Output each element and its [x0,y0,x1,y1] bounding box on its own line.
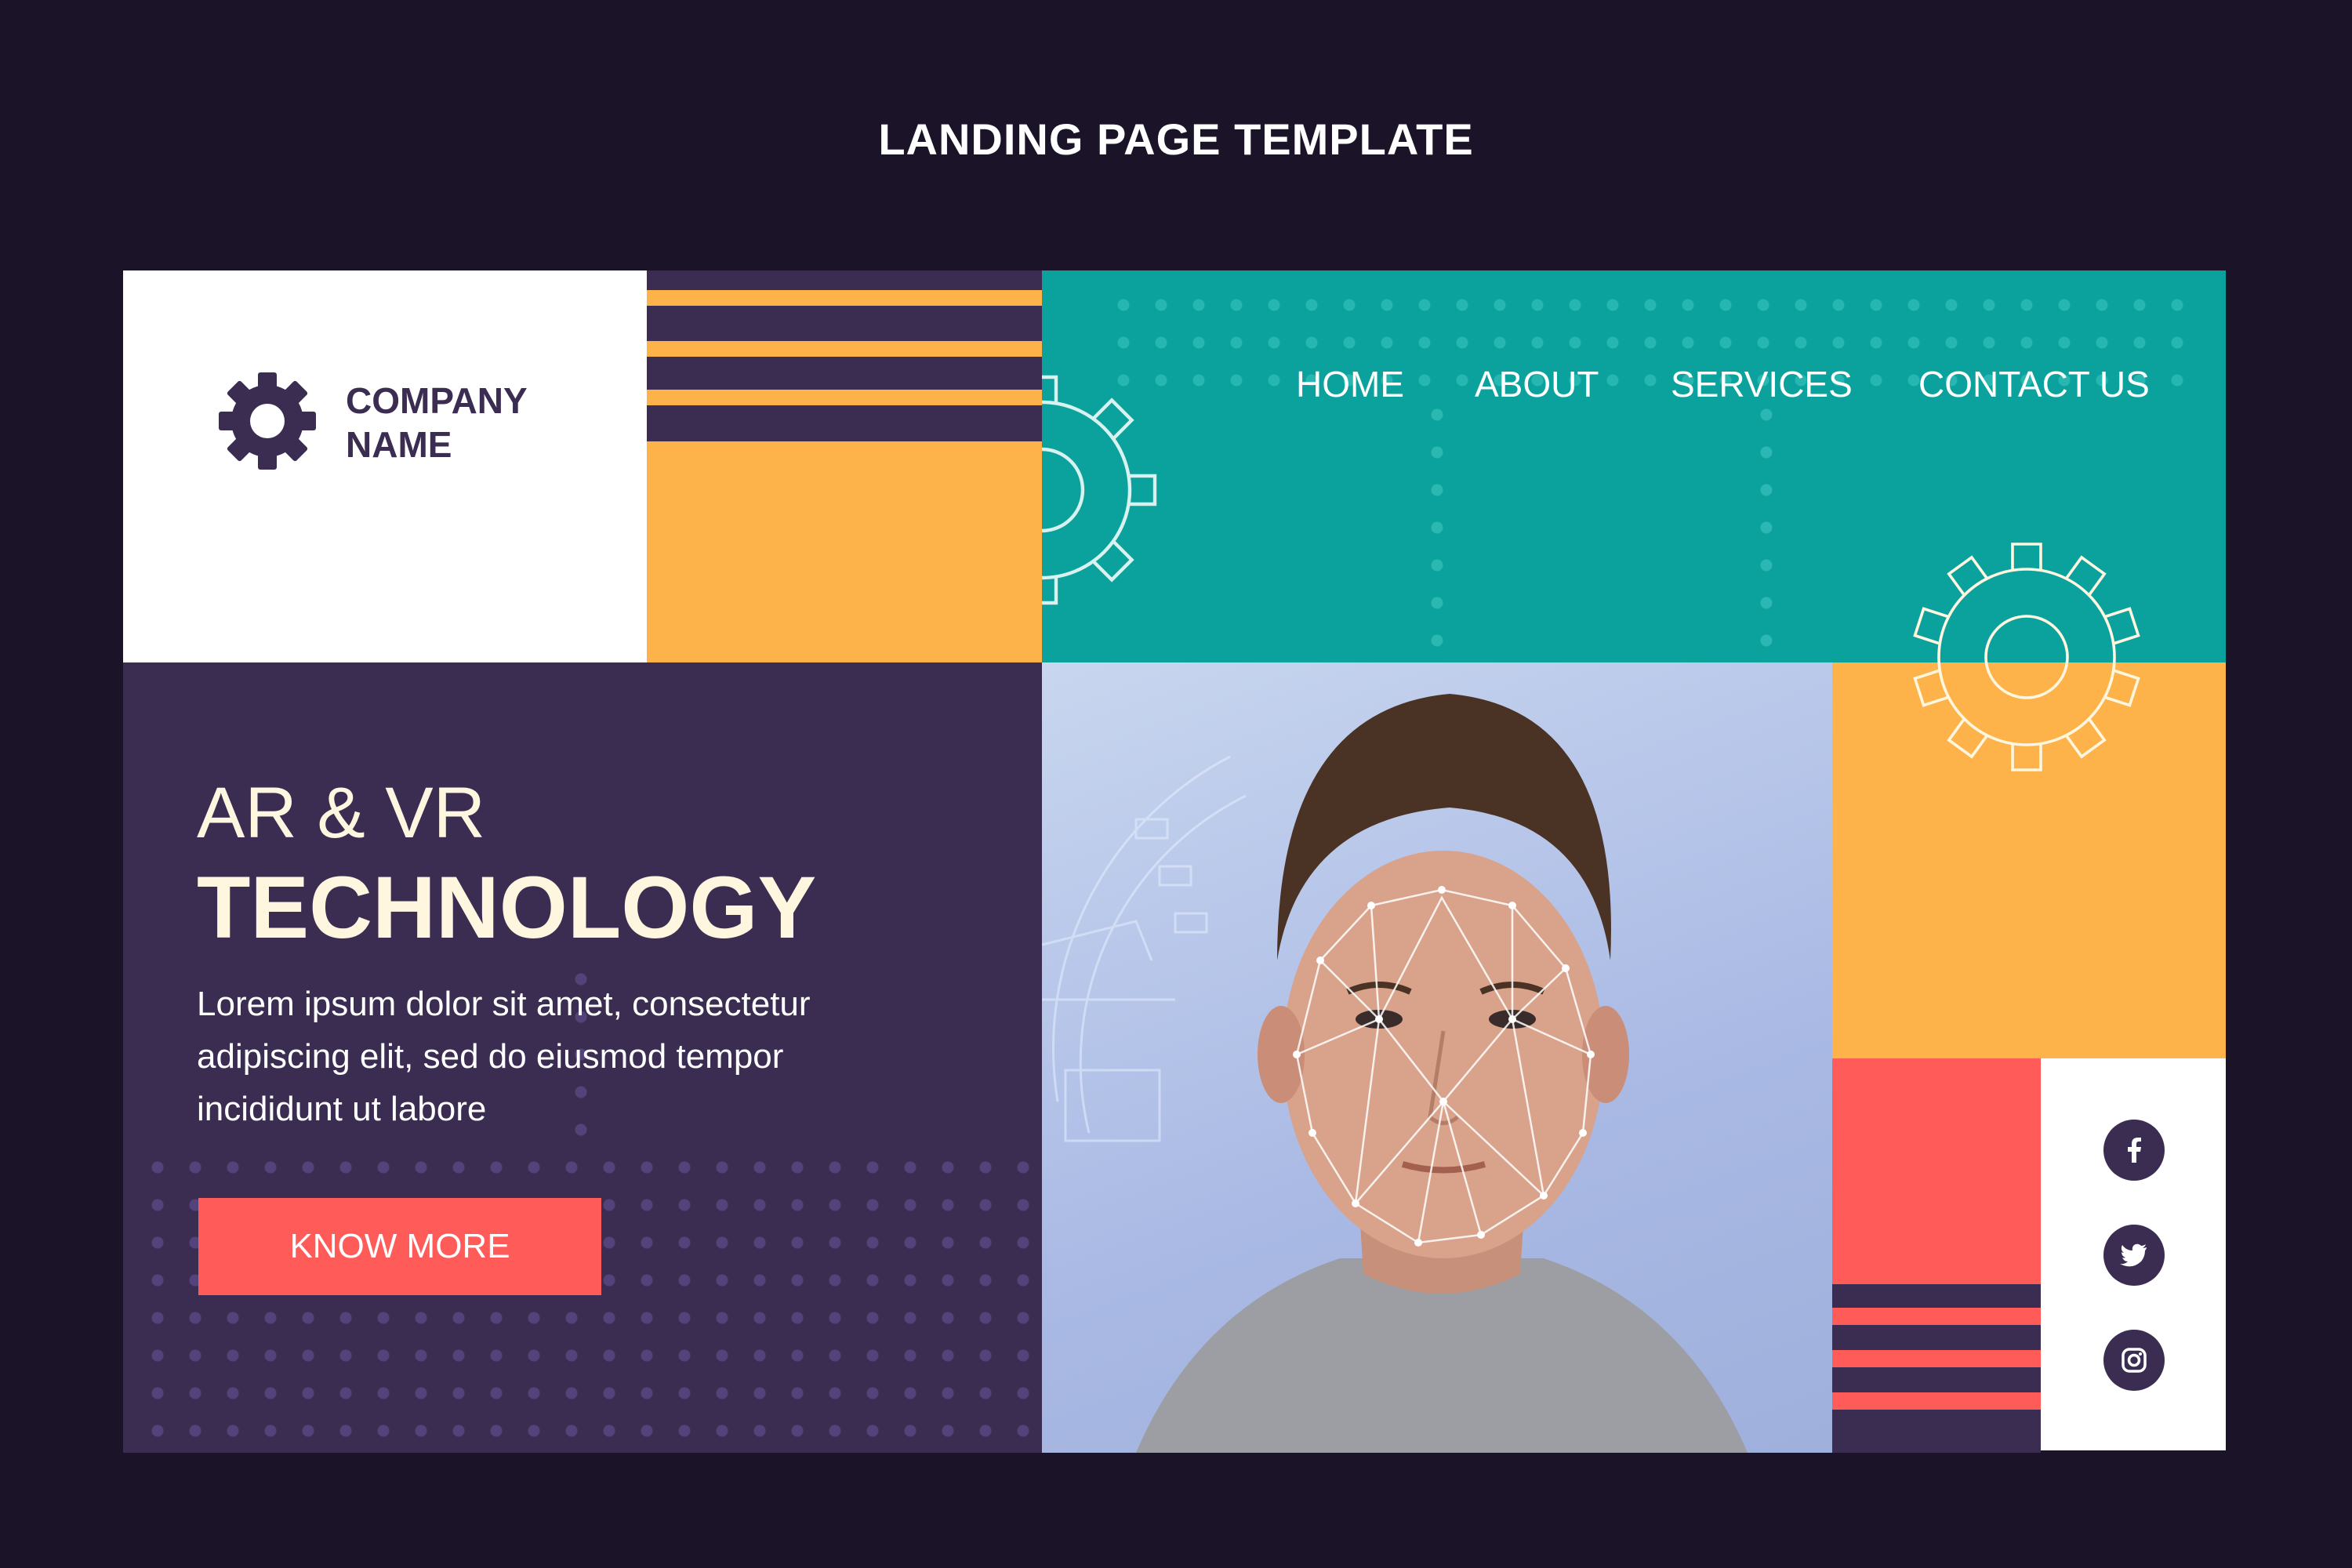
stripe-panel [647,270,1042,662]
hero-title-line2: TECHNOLOGY [197,858,817,956]
hero-image [1042,662,1832,1453]
hero-body: Lorem ipsum dolor sit amet, consectetur … [197,985,811,1128]
stripe [1832,1350,2041,1367]
hero-panel: AR & VR TECHNOLOGY Lorem ipsum dolor sit… [123,662,1042,1453]
dot-pattern [1418,396,1465,655]
gear-outline-icon [1913,543,2140,771]
instagram-icon[interactable] [2103,1330,2165,1391]
logo[interactable]: COMPANY NAME [217,371,593,473]
nav-services[interactable]: SERVICES [1671,363,1853,405]
dot-pattern [1748,396,1795,655]
social-panel [2041,1058,2226,1450]
know-more-button[interactable]: KNOW MORE [198,1198,601,1295]
twitter-icon[interactable] [2103,1225,2165,1286]
person-face-scan-icon [1042,694,1748,1453]
landing-page-mockup: COMPANY NAME HOME ABOUT SERVICES CONTACT… [123,270,2226,1453]
nav-contact-us[interactable]: CONTACT US [1918,363,2150,405]
company-name-line2: NAME [346,424,452,465]
company-name-line1: COMPANY [346,380,528,421]
stripe [1832,1308,2041,1325]
stripe [647,390,1042,405]
logo-panel: COMPANY NAME [123,270,647,662]
nav-about[interactable]: ABOUT [1475,363,1599,405]
coral-block [1832,1058,2041,1284]
hero-title-line1: AR & VR [197,773,486,853]
facebook-icon[interactable] [2103,1120,2165,1181]
orange-block [647,441,1042,662]
gear-outline-icon [1042,375,1167,615]
stripe [647,290,1042,306]
page-heading: LANDING PAGE TEMPLATE [878,114,1474,164]
stripe [647,341,1042,357]
coral-panel [1832,1058,2041,1453]
dot-pattern [139,1149,1040,1446]
nav-home[interactable]: HOME [1296,363,1404,405]
gear-icon [219,372,316,470]
stripe [1832,1392,2041,1410]
company-name: COMPANY NAME [346,379,528,466]
